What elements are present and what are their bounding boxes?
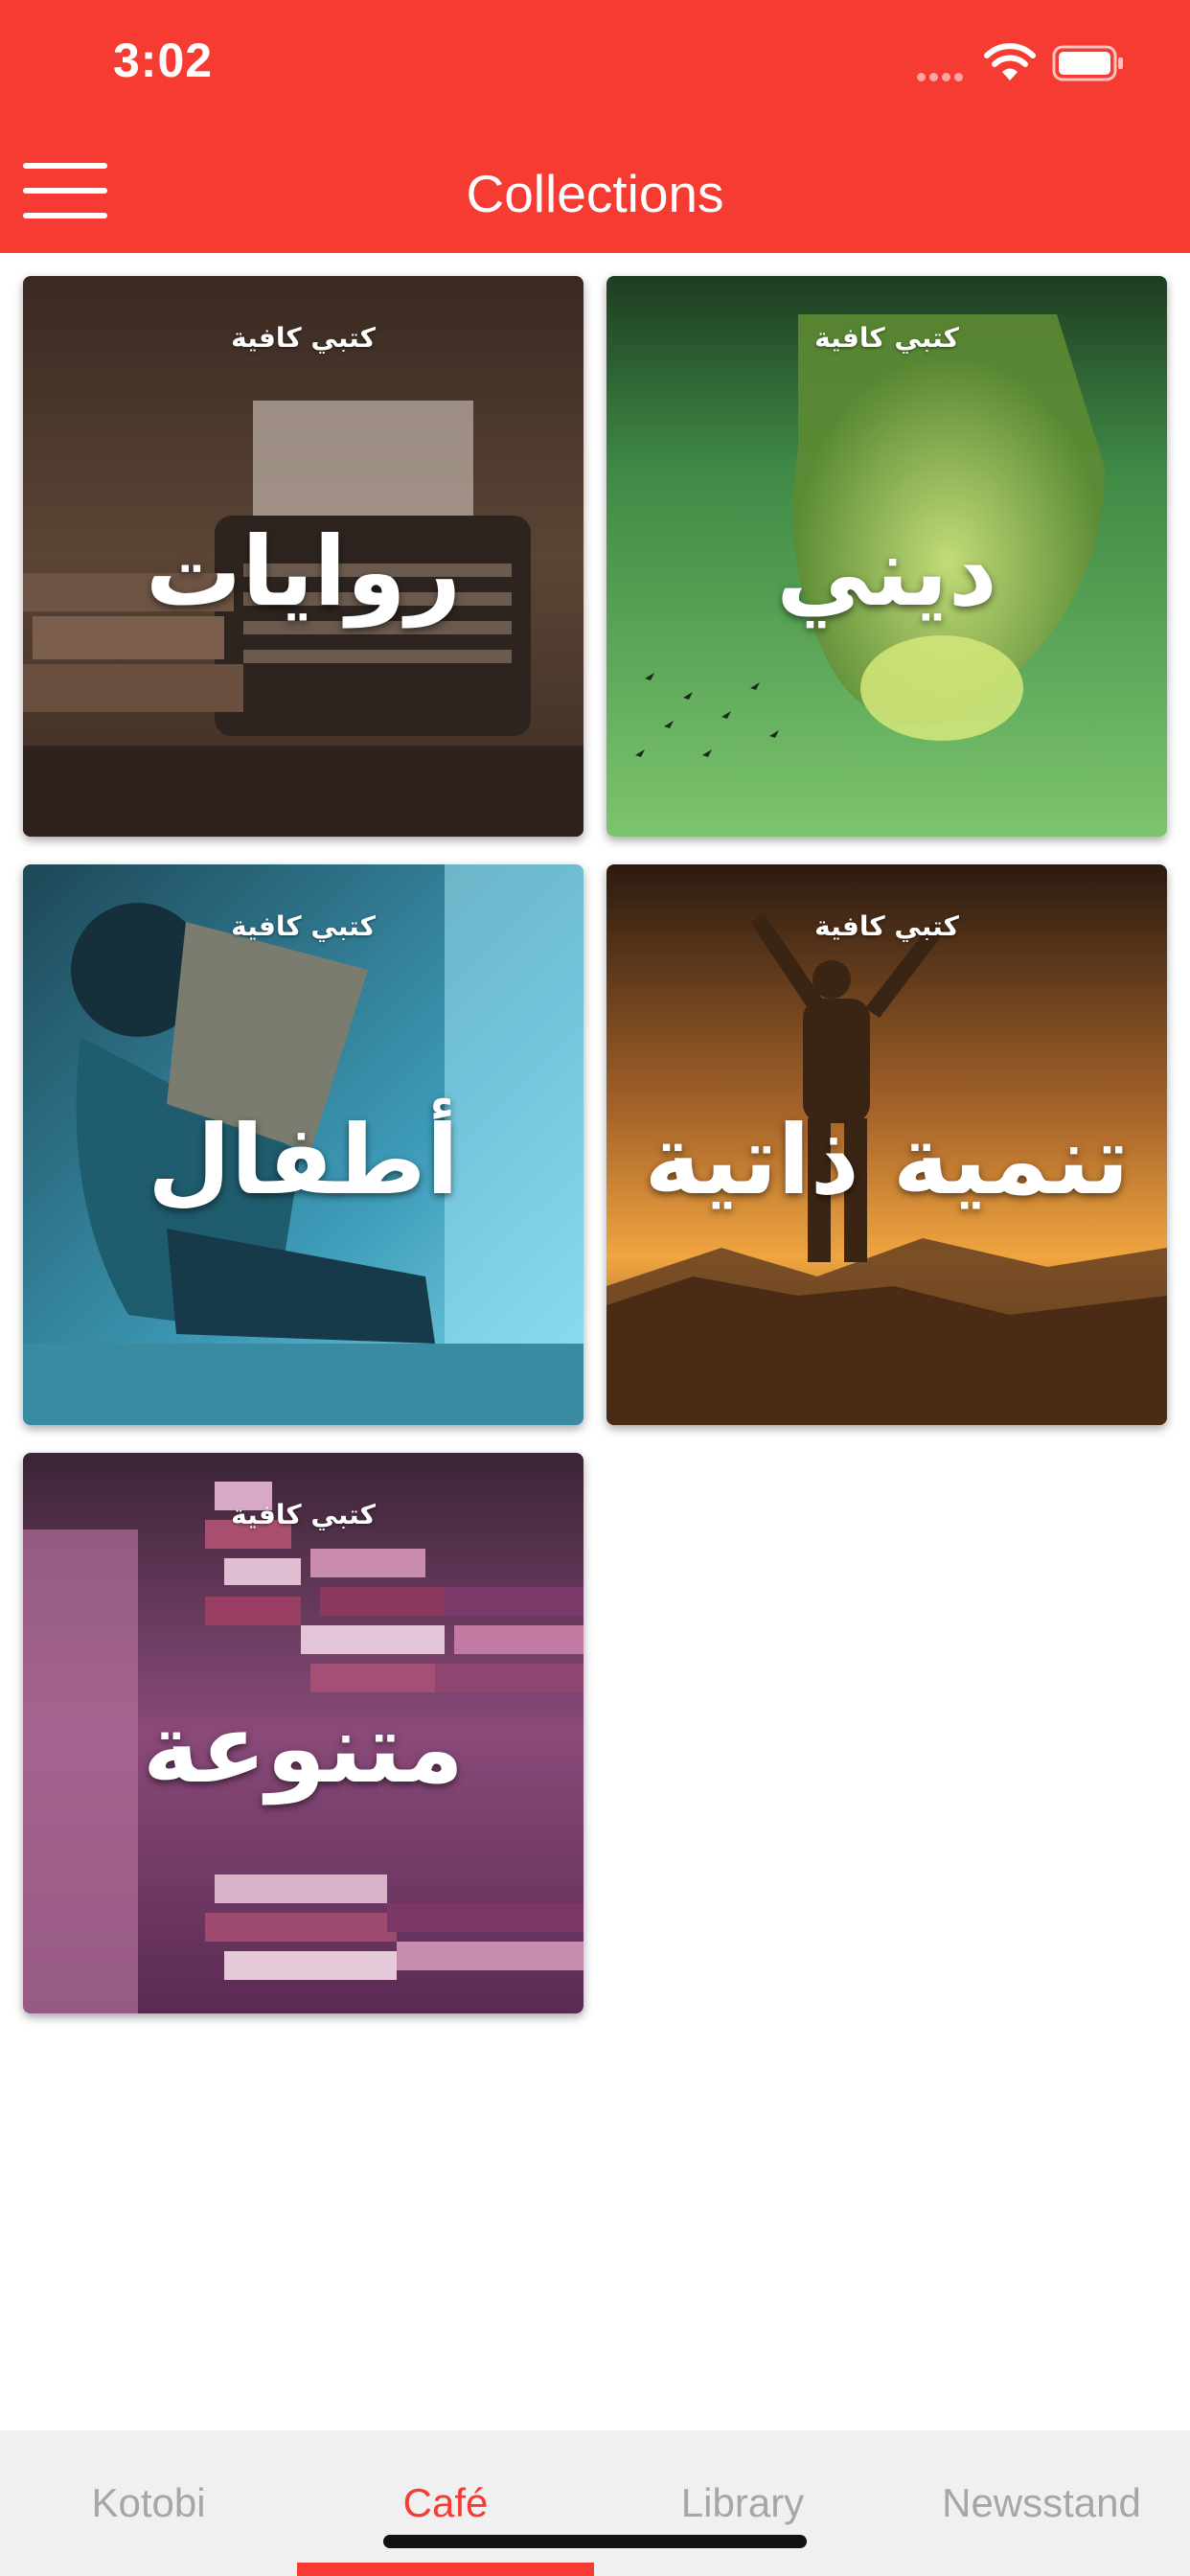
collection-title: ديني	[776, 516, 997, 628]
collection-card-novels[interactable]: كتبي كافية روايات	[23, 276, 584, 837]
collection-brand-label: كتبي كافية	[231, 322, 376, 354]
collection-brand-label: كتبي كافية	[231, 1499, 376, 1530]
collection-title: روايات	[145, 516, 462, 628]
page-title: Collections	[466, 164, 724, 223]
active-tab-indicator	[297, 2563, 594, 2576]
collection-card-kids[interactable]: كتبي كافية أطفال	[23, 864, 584, 1425]
collection-card-self-development[interactable]: كتبي كافية تنمية ذاتية	[606, 864, 1167, 1425]
tab-cafe[interactable]: Café	[297, 2430, 594, 2576]
battery-icon	[1052, 45, 1123, 81]
collection-title: أطفال	[148, 1104, 459, 1216]
collection-card-religious[interactable]: كتبي كافية ديني	[606, 276, 1167, 837]
collection-card-miscellaneous[interactable]: كتبي كافية متنوعة	[23, 1453, 584, 2013]
collection-brand-label: كتبي كافية	[814, 322, 959, 354]
collection-brand-label: كتبي كافية	[231, 910, 376, 942]
collection-title: تنمية ذاتية	[644, 1104, 1130, 1216]
tab-newsstand[interactable]: Newsstand	[893, 2430, 1190, 2576]
navigation-bar: Collections	[0, 134, 1190, 253]
tab-bar: Kotobi Café Library Newsstand	[0, 2430, 1190, 2576]
tab-kotobi[interactable]: Kotobi	[0, 2430, 297, 2576]
home-indicator[interactable]	[383, 2535, 807, 2548]
status-time: 3:02	[113, 34, 214, 87]
collection-title: متنوعة	[142, 1692, 465, 1805]
tab-library[interactable]: Library	[594, 2430, 891, 2576]
cellular-signal-icon	[917, 67, 967, 85]
collection-brand-label: كتبي كافية	[814, 910, 959, 942]
wifi-icon	[984, 43, 1036, 80]
status-bar: 3:02	[0, 0, 1190, 134]
